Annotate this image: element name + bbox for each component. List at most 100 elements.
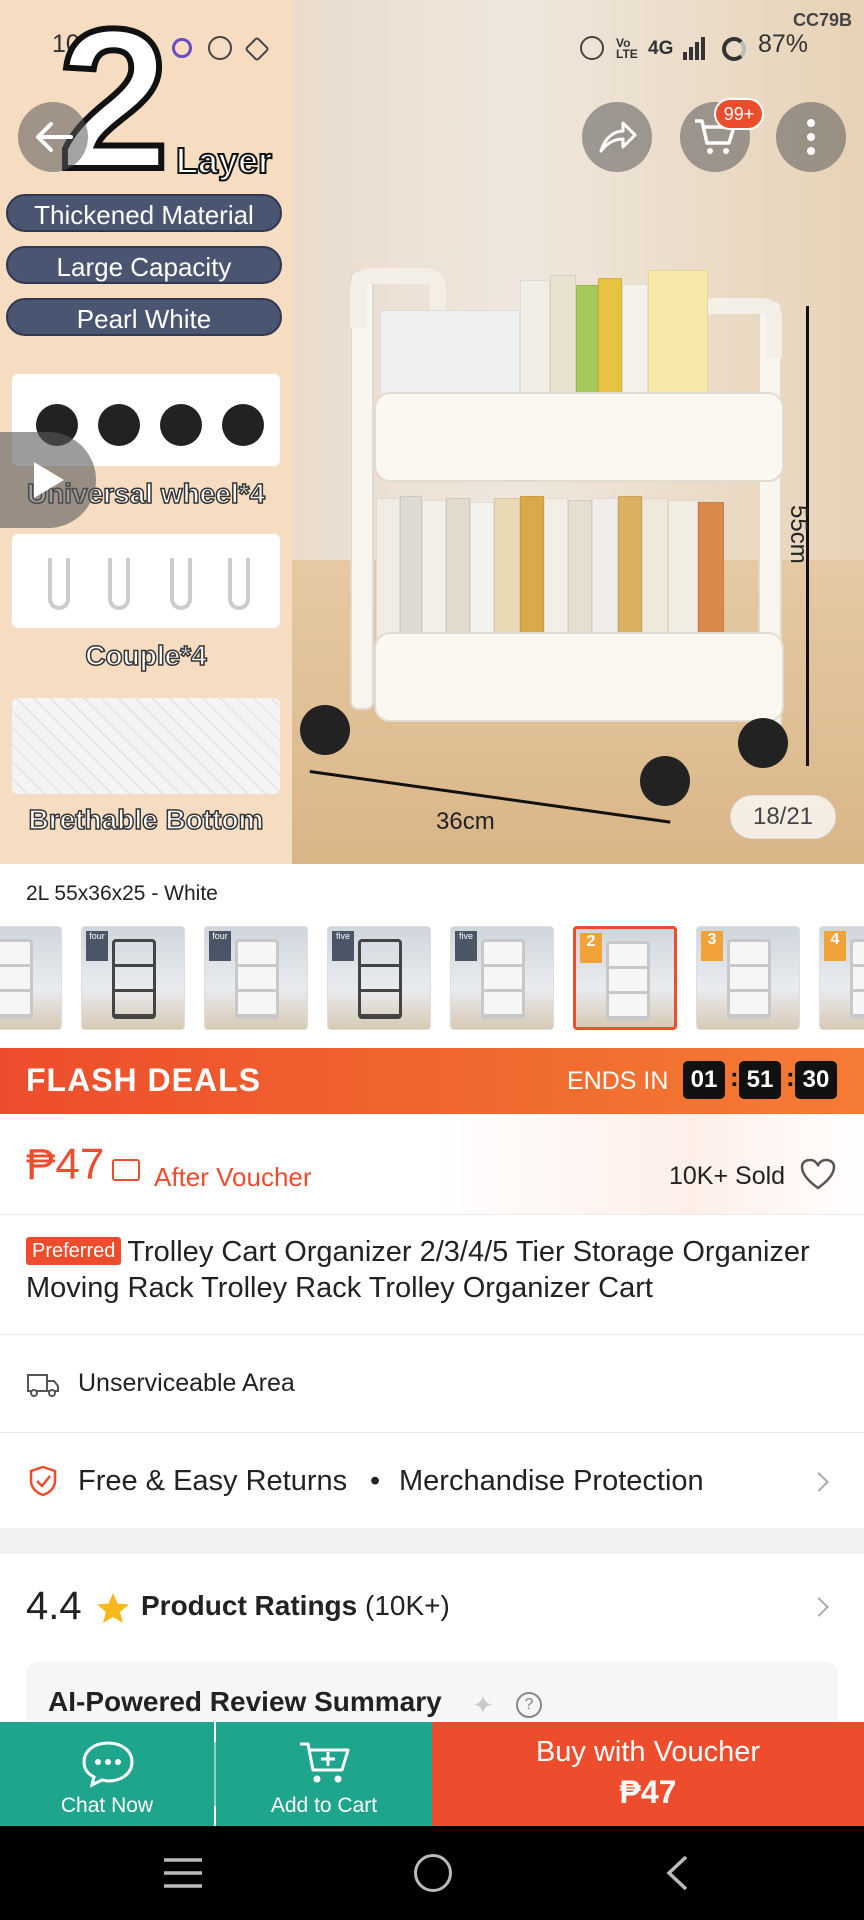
- heart-icon: [800, 1158, 836, 1190]
- product-title-block: Preferred Trolley Cart Organizer 2/3/4/5 …: [26, 1234, 846, 1306]
- variant-thumbnail[interactable]: 4: [819, 926, 864, 1030]
- timer-minutes: 51: [739, 1061, 781, 1099]
- battery-level: 87%: [758, 30, 809, 58]
- battery-icon: [722, 37, 746, 61]
- voucher-icon: [112, 1159, 140, 1181]
- variant-thumbnail[interactable]: four: [204, 926, 308, 1030]
- variant-thumbnail[interactable]: five: [327, 926, 431, 1030]
- rack-image: [850, 939, 864, 1019]
- chat-now-button[interactable]: Chat Now: [0, 1722, 214, 1826]
- shipping-status: Unserviceable Area: [78, 1369, 295, 1397]
- timer-separator: :: [786, 1062, 795, 1092]
- play-icon: [34, 462, 64, 498]
- top-books: [380, 260, 760, 410]
- divider: [0, 1214, 864, 1215]
- back-button[interactable]: [18, 102, 88, 172]
- rack-image: [606, 941, 650, 1021]
- wheel-icon: [98, 404, 140, 446]
- rating-score: 4.4: [26, 1584, 82, 1628]
- help-icon[interactable]: ?: [516, 1692, 542, 1718]
- chevron-right-icon: [809, 1597, 829, 1617]
- device-code: CC79B: [792, 10, 852, 30]
- variant-thumbnail[interactable]: five: [450, 926, 554, 1030]
- share-icon: [599, 121, 637, 153]
- castor: [300, 705, 350, 755]
- chat-icon: [82, 1741, 134, 1788]
- bottom-action-bar: Chat Now Add to Cart Buy with Voucher ₱4…: [0, 1722, 864, 1826]
- variant-thumbnail[interactable]: 3: [696, 926, 800, 1030]
- bottom-books: [376, 488, 756, 648]
- selected-variant-name: 2L 55x36x25 - White: [26, 882, 218, 905]
- height-dimension: 55cm: [785, 505, 812, 564]
- buy-label: Buy with Voucher: [535, 1736, 761, 1768]
- width-dimension: 36cm: [436, 808, 495, 835]
- truck-icon: [27, 1374, 59, 1397]
- price: ₱47: [26, 1140, 105, 1189]
- system-navigation-bar: [0, 1826, 864, 1920]
- add-cart-icon: [300, 1742, 350, 1783]
- ratings-count: (10K+): [365, 1590, 450, 1621]
- returns-row[interactable]: Free & Easy Returns • Merchandise Protec…: [0, 1433, 864, 1528]
- shipping-row[interactable]: Unserviceable Area: [0, 1335, 864, 1431]
- play-video-button[interactable]: [0, 432, 96, 528]
- flash-deals-bar[interactable]: FLASH DEALS ENDS IN 01 : 51 : 30: [0, 1048, 864, 1114]
- app-icon: [172, 38, 192, 58]
- variant-tag: 3: [701, 931, 723, 961]
- home-icon[interactable]: [414, 1854, 452, 1892]
- wheel-icon: [160, 404, 202, 446]
- product-image-carousel[interactable]: 10:08 G Vo LTE 4G 87% CC79B 2 Layer Thick…: [0, 0, 864, 864]
- layer-count: 2: [55, 0, 172, 211]
- rack-image: [235, 939, 279, 1019]
- timer-hours: 01: [683, 1061, 725, 1099]
- variant-tag: four: [86, 931, 108, 961]
- feature-hooks-label: Couple*4: [85, 639, 208, 672]
- product-title: Trolley Cart Organizer 2/3/4/5 Tier Stor…: [26, 1236, 810, 1304]
- bottom-shelf: [374, 632, 784, 722]
- variant-thumbnail[interactable]: four: [81, 926, 185, 1030]
- variant-thumbnail[interactable]: 2: [573, 926, 677, 1030]
- chat-now-label: Chat Now: [60, 1794, 154, 1817]
- hook-icon: [228, 558, 250, 610]
- more-vertical-icon: [807, 119, 815, 155]
- shield-icon: [29, 1465, 57, 1497]
- add-to-cart-button[interactable]: Add to Cart: [216, 1722, 432, 1826]
- feature-pill-capacity: Large Capacity: [6, 246, 282, 284]
- sparkle-icon: ✦: [472, 1690, 494, 1720]
- variant-tag: 2: [580, 933, 602, 963]
- rack-image: [727, 939, 771, 1019]
- sold-count: 10K+ Sold: [669, 1162, 786, 1190]
- chevron-right-icon: [809, 1472, 829, 1492]
- back-nav-icon[interactable]: [664, 1854, 690, 1892]
- star-icon: [97, 1593, 129, 1623]
- hook-icon: [170, 558, 192, 610]
- bottom-image: [12, 698, 280, 794]
- feature-bottom-label: Brethable Bottom: [28, 803, 264, 836]
- feature-pill-color: Pearl White: [6, 298, 282, 336]
- returns-label: Free & Easy Returns: [78, 1465, 348, 1497]
- variant-thumbnails[interactable]: four four five five 2 3 4: [0, 926, 864, 1030]
- top-shelf: [374, 392, 784, 482]
- product-ratings-title[interactable]: Product Ratings (10K+): [141, 1590, 450, 1622]
- variant-tag: five: [332, 931, 354, 961]
- buy-with-voucher-button[interactable]: Buy with Voucher ₱47: [432, 1722, 864, 1826]
- feature-pill-material: Thickened Material: [6, 194, 282, 232]
- cart-count-badge: 99+: [714, 98, 764, 130]
- signal-icon: [682, 36, 706, 60]
- ai-summary-title: AI-Powered Review Summary: [48, 1686, 442, 1717]
- after-voucher-label: After Voucher: [154, 1162, 312, 1192]
- rack-image: [112, 939, 156, 1019]
- protection-label: Merchandise Protection: [399, 1465, 704, 1497]
- flash-deals-title: FLASH DEALS: [26, 1062, 261, 1098]
- variant-thumbnail[interactable]: [0, 926, 62, 1030]
- share-button[interactable]: [582, 102, 652, 172]
- more-options-button[interactable]: [776, 102, 846, 172]
- timer-separator: :: [730, 1062, 739, 1092]
- favorite-button[interactable]: [800, 1158, 836, 1190]
- arrow-left-icon: [36, 122, 73, 152]
- recent-apps-icon[interactable]: [162, 1856, 204, 1890]
- product-ratings-label: Product Ratings: [141, 1590, 358, 1621]
- castor: [738, 718, 788, 768]
- ai-review-summary[interactable]: AI-Powered Review Summary ✦ ?: [26, 1662, 838, 1722]
- price-row: ₱47 After Voucher 10K+ Sold: [0, 1114, 864, 1214]
- variant-tag: four: [209, 931, 231, 961]
